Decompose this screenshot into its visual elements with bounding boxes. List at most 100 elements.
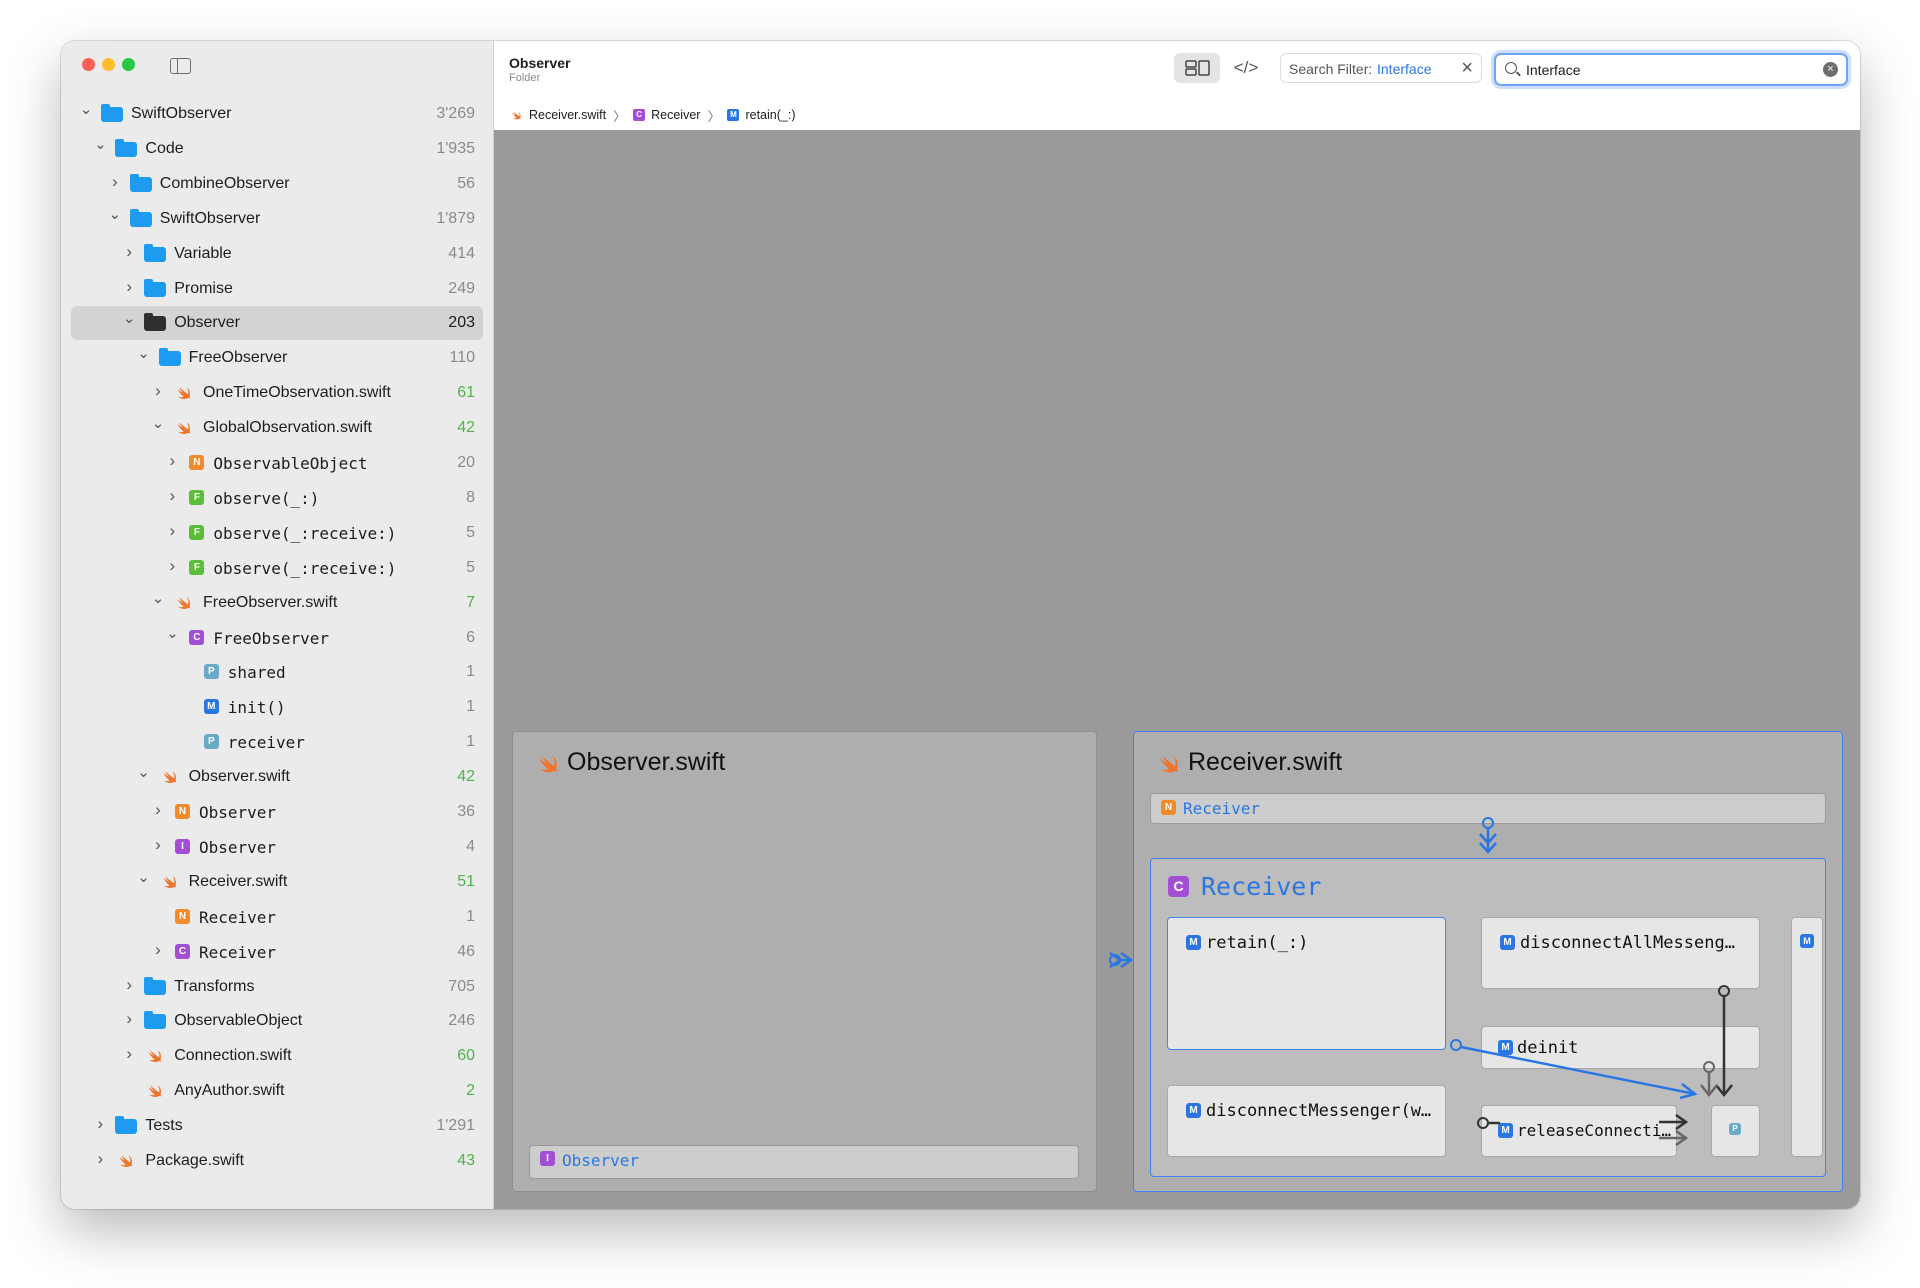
chevron-right-icon[interactable]: › xyxy=(122,1045,136,1062)
receiver-file-panel[interactable]: Receiver.swift N Receiver C Receiver M r… xyxy=(1133,731,1843,1192)
chevron-right-icon[interactable]: › xyxy=(122,278,136,295)
search-input[interactable] xyxy=(1526,60,1816,80)
tree-row[interactable]: › Fobserve(_:receive:) 5 xyxy=(71,551,483,585)
member-release-connection[interactable]: M releaseConnecti… xyxy=(1481,1105,1677,1157)
tree-row[interactable]: AnyAuthor.swift 2 xyxy=(71,1074,483,1108)
chevron-right-icon[interactable]: › xyxy=(165,557,179,574)
chevron-down-icon[interactable]: ⌄ xyxy=(137,870,151,885)
receiver-file-title: Receiver.swift xyxy=(1188,748,1343,776)
chevron-down-icon[interactable]: ⌄ xyxy=(79,102,93,117)
member-property[interactable]: P xyxy=(1711,1105,1760,1157)
tree-row[interactable]: ⌄ Observer.swift 42 xyxy=(71,760,483,794)
member-method-column[interactable]: M xyxy=(1791,917,1823,1157)
chevron-right-icon[interactable]: › xyxy=(151,801,165,818)
tree-row[interactable]: › CombineObserver 56 xyxy=(71,167,483,201)
tree-row-label: Promise xyxy=(174,279,233,297)
tree-row[interactable]: Minit() 1 xyxy=(71,690,483,724)
tree-row[interactable]: › N ObservableObject 20 xyxy=(71,446,483,480)
tree-row[interactable]: › N Observer 36 xyxy=(71,795,483,829)
tree-row[interactable]: Preceiver 1 xyxy=(71,725,483,759)
chevron-right-icon[interactable]: › xyxy=(165,522,179,539)
property-badge-icon: P xyxy=(203,734,219,750)
search-field[interactable]: × xyxy=(1494,53,1848,86)
tree-row[interactable]: › C Receiver 46 xyxy=(71,935,483,969)
tree-row[interactable]: › I Observer 4 xyxy=(71,830,483,864)
tree-row-label: Observer.swift xyxy=(188,768,290,786)
chevron-down-icon[interactable]: ⌄ xyxy=(93,137,107,152)
chevron-down-icon[interactable]: ⌄ xyxy=(151,591,165,606)
chevron-right-icon[interactable]: › xyxy=(151,836,165,853)
diagram-canvas[interactable]: Observer.swift I Observer Receiver.swift… xyxy=(494,130,1860,1209)
tree-row[interactable]: Pshared 1 xyxy=(71,655,483,689)
tree-row-count: 61 xyxy=(457,384,475,402)
chevron-right-icon[interactable]: › xyxy=(151,382,165,399)
close-window-button[interactable] xyxy=(82,58,95,71)
chevron-right-icon[interactable]: › xyxy=(93,1150,107,1167)
chevron-right-icon[interactable]: › xyxy=(122,976,136,993)
method-badge-icon: M xyxy=(1498,1040,1513,1055)
receiver-class-box[interactable]: C Receiver M retain(_:) M disconnectAllM… xyxy=(1150,858,1826,1177)
tree-row[interactable]: › Connection.swift 60 xyxy=(71,1039,483,1073)
search-filter-chip[interactable]: Search Filter: Interface × xyxy=(1280,53,1482,83)
tree-row[interactable]: › Variable 414 xyxy=(71,237,483,271)
tree-row-count: 246 xyxy=(448,1012,475,1030)
receiver-namespace-bar[interactable]: N Receiver xyxy=(1150,793,1826,824)
observer-protocol-bar[interactable]: I Observer xyxy=(529,1145,1079,1179)
chevron-down-icon[interactable]: ⌄ xyxy=(137,346,151,361)
tree-row[interactable]: ⌄ GlobalObservation.swift 42 xyxy=(71,411,483,445)
member-disconnect-all[interactable]: M disconnectAllMesseng… xyxy=(1481,917,1760,989)
chevron-right-icon[interactable]: › xyxy=(108,173,122,190)
code-view-button[interactable]: </> xyxy=(1228,53,1264,83)
zoom-window-button[interactable] xyxy=(122,58,135,71)
folder-icon xyxy=(144,313,167,332)
folder-icon xyxy=(115,138,138,157)
tree-row[interactable]: ⌄ Code 1'935 xyxy=(71,132,483,166)
tree-row[interactable]: ⌄ C FreeObserver 6 xyxy=(71,621,483,655)
minimize-window-button[interactable] xyxy=(102,58,115,71)
chevron-right-icon[interactable]: › xyxy=(122,243,136,260)
tree-row[interactable]: › Transforms 705 xyxy=(71,970,483,1004)
chevron-down-icon[interactable]: ⌄ xyxy=(137,765,151,780)
breadcrumb-item-method[interactable]: M retain(_:) xyxy=(727,108,796,122)
tree-row[interactable]: ⌄ FreeObserver 110 xyxy=(71,341,483,375)
sidebar-toggle-icon[interactable] xyxy=(170,58,191,74)
chevron-down-icon[interactable]: ⌄ xyxy=(122,311,136,326)
tree-row[interactable]: ⌄ FreeObserver.swift 7 xyxy=(71,586,483,620)
tree-row[interactable]: ⌄ Receiver.swift 51 xyxy=(71,865,483,899)
tree-row[interactable]: › Fobserve(_:receive:) 5 xyxy=(71,516,483,550)
tree-row-label: Receiver xyxy=(199,942,277,962)
chevron-down-icon[interactable]: ⌄ xyxy=(151,416,165,431)
swift-file-icon xyxy=(159,767,181,785)
member-deinit[interactable]: M deinit xyxy=(1481,1026,1760,1069)
tree-row-count: 414 xyxy=(448,244,475,262)
swift-file-icon xyxy=(1160,756,1178,773)
chevron-right-icon[interactable]: › xyxy=(122,1010,136,1027)
chevron-right-icon[interactable]: › xyxy=(165,487,179,504)
clear-search-icon[interactable]: × xyxy=(1823,62,1838,77)
tree-row[interactable]: › Promise 249 xyxy=(71,272,483,306)
tree-row[interactable]: › Fobserve(_:) 8 xyxy=(71,481,483,515)
property-badge-icon: P xyxy=(203,664,219,680)
tree-row[interactable]: › OneTimeObservation.swift 61 xyxy=(71,376,483,410)
observer-file-panel[interactable]: Observer.swift I Observer xyxy=(512,731,1097,1192)
clear-filter-icon[interactable]: × xyxy=(1461,58,1473,78)
chevron-right-icon[interactable]: › xyxy=(165,452,179,469)
tree-row[interactable]: ⌄ SwiftObserver 1'879 xyxy=(71,202,483,236)
tree-row-count: 705 xyxy=(448,977,475,995)
chevron-right-icon[interactable]: › xyxy=(93,1115,107,1132)
chevron-down-icon[interactable]: ⌄ xyxy=(108,207,122,222)
breadcrumb-item-class[interactable]: C Receiver xyxy=(633,108,700,122)
layout-toggle-button[interactable] xyxy=(1174,53,1220,83)
tree-row-count: 4 xyxy=(466,837,475,855)
tree-row[interactable]: › ObservableObject 246 xyxy=(71,1004,483,1038)
tree-row[interactable]: N Receiver 1 xyxy=(71,900,483,934)
tree-row[interactable]: › Package.swift 43 xyxy=(71,1144,483,1178)
tree-row[interactable]: ⌄ Observer 203 xyxy=(71,306,483,341)
member-retain[interactable]: M retain(_:) xyxy=(1167,917,1446,1050)
chevron-right-icon[interactable]: › xyxy=(151,941,165,958)
tree-row[interactable]: › Tests 1'291 xyxy=(71,1109,483,1143)
breadcrumb-item-file[interactable]: Receiver.swift xyxy=(509,108,606,122)
chevron-down-icon[interactable]: ⌄ xyxy=(165,626,179,641)
member-disconnect-messenger[interactable]: M disconnectMessenger(w… xyxy=(1167,1085,1446,1157)
tree-row[interactable]: ⌄ SwiftObserver 3'269 xyxy=(71,97,483,131)
